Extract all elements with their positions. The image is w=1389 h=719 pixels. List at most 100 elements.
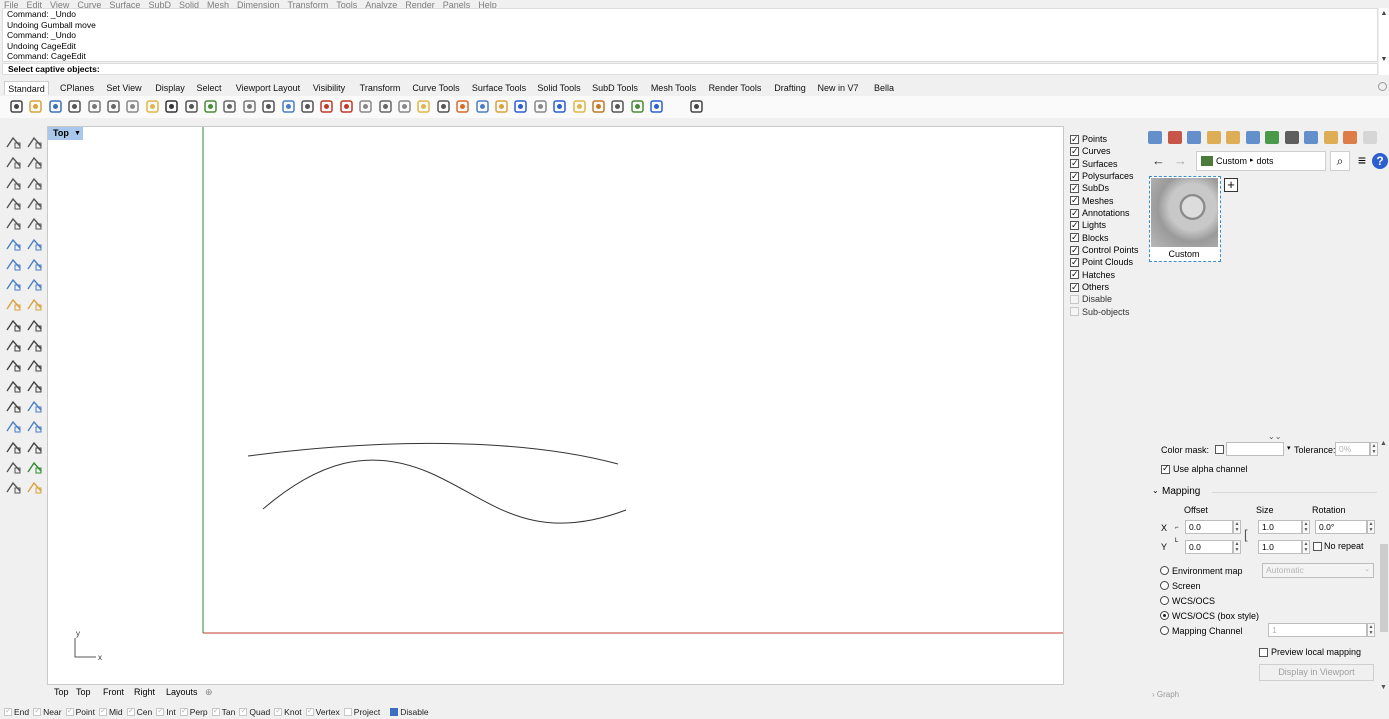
zoom-window-icon[interactable] (241, 98, 258, 115)
light-icon[interactable] (415, 98, 432, 115)
undo-view-icon[interactable] (299, 98, 316, 115)
filter-lights[interactable]: Lights (1070, 219, 1146, 231)
size-y-spinner[interactable]: ▲ ▼ (1302, 540, 1310, 554)
filter-curves[interactable]: Curves (1070, 145, 1146, 157)
breadcrumb-root[interactable]: Custom (1216, 152, 1247, 170)
menu-item-subd[interactable]: SubD (144, 1, 175, 9)
offset-y-spinner[interactable]: ▲ ▼ (1233, 540, 1241, 554)
osnap-checkbox[interactable] (239, 706, 248, 716)
polyline-icon[interactable] (4, 154, 23, 171)
trim-icon[interactable] (25, 296, 44, 313)
scroll-down-icon[interactable]: ▼ (1380, 684, 1387, 691)
osnap-disable[interactable]: Disable (390, 707, 429, 717)
tab-curve-tools[interactable]: Curve Tools (410, 81, 462, 95)
analyze-icon[interactable] (25, 418, 44, 435)
tab-set-view[interactable]: Set View (104, 81, 144, 95)
align-icon[interactable] (4, 317, 23, 334)
tab-solid-tools[interactable]: Solid Tools (534, 81, 584, 95)
osnap-end[interactable]: End (4, 706, 29, 717)
osnap-checkbox[interactable] (4, 706, 12, 716)
osnap-near[interactable]: Near (33, 706, 62, 717)
environment-icon[interactable] (629, 98, 646, 115)
explode-icon[interactable] (4, 296, 23, 313)
filter-surfaces[interactable]: Surfaces (1070, 157, 1146, 170)
osnap-checkbox[interactable] (33, 706, 42, 716)
tab-new-in-v7[interactable]: New in V7 (816, 81, 860, 95)
ortho-icon[interactable] (377, 98, 394, 115)
mesh-icon[interactable] (4, 418, 23, 435)
mapping-radio[interactable] (1160, 566, 1169, 575)
tab-visibility[interactable]: Visibility (309, 81, 349, 95)
osnap-tan[interactable]: Tan (211, 706, 235, 717)
lock-icon[interactable] (435, 98, 452, 115)
offset-y-input[interactable]: 0.0 (1185, 540, 1233, 554)
menu-item-surface[interactable]: Surface (105, 1, 144, 9)
texture-icon[interactable] (1206, 131, 1221, 144)
filter-checkbox[interactable] (1070, 145, 1079, 157)
pan-icon[interactable] (183, 98, 200, 115)
filter-sub-objects[interactable]: Sub-objects (1070, 306, 1146, 318)
filter-blocks[interactable]: Blocks (1070, 231, 1146, 244)
menu-item-analyze[interactable]: Analyze (361, 1, 401, 9)
menu-item-edit[interactable]: Edit (23, 1, 47, 9)
mapping-channel-spinner[interactable]: ▲ ▼ (1367, 623, 1375, 637)
filter-checkbox[interactable] (1070, 244, 1079, 256)
tab-viewport-layout[interactable]: Viewport Layout (232, 81, 304, 95)
tab-bella[interactable]: Bella (868, 81, 900, 95)
shaded-sphere-icon[interactable] (532, 98, 549, 115)
back-arrow-icon[interactable]: ← (1152, 153, 1165, 168)
filter-checkbox[interactable] (1070, 170, 1079, 182)
help-icon[interactable]: ? (1372, 153, 1388, 169)
layer-icon[interactable] (25, 439, 44, 456)
color-mask-checkbox[interactable] (1215, 445, 1224, 454)
filter-annotations[interactable]: Annotations (1070, 207, 1146, 219)
osnap-checkbox[interactable] (211, 706, 220, 716)
zoom-extents-icon[interactable] (260, 98, 277, 115)
filter-hatches[interactable]: Hatches (1070, 268, 1146, 281)
filter-others[interactable]: Others (1070, 281, 1146, 293)
grid-icon[interactable] (4, 439, 23, 456)
osnap-checkbox[interactable] (343, 707, 352, 716)
layer-icon[interactable] (1304, 131, 1318, 144)
filter-checkbox[interactable] (1070, 307, 1079, 317)
paste-icon[interactable] (144, 98, 161, 115)
breadcrumb[interactable]: Custom ▸ dots (1196, 151, 1326, 171)
shade-icon[interactable] (4, 479, 23, 496)
environment-icon[interactable] (1187, 131, 1201, 144)
cut-icon[interactable] (105, 98, 122, 115)
mapping-radio[interactable] (1160, 596, 1169, 605)
viewport-canvas[interactable]: y x (48, 127, 1064, 685)
tab-display[interactable]: Display (151, 81, 189, 95)
osnap-int[interactable]: Int (156, 706, 176, 717)
filter-control-points[interactable]: Control Points (1070, 244, 1146, 256)
tab-mesh-tools[interactable]: Mesh Tools (647, 81, 700, 95)
osnap-checkbox[interactable] (156, 706, 165, 716)
osnap-quad[interactable]: Quad (239, 706, 270, 717)
menu-item-file[interactable]: File (0, 1, 23, 9)
offset-x-spinner[interactable]: ▲ ▼ (1233, 520, 1241, 534)
options-icon[interactable] (590, 98, 607, 115)
osnap-mid[interactable]: Mid (98, 706, 123, 717)
osnap-checkbox[interactable] (179, 706, 188, 716)
osnap-project[interactable]: Project (343, 707, 380, 717)
viewport-tab-front[interactable]: Front (103, 686, 124, 699)
planar-icon[interactable] (396, 98, 413, 115)
rotation-spinner[interactable]: ▲ ▼ (1367, 520, 1375, 534)
import-icon[interactable] (86, 98, 103, 115)
tab-select[interactable]: Select (192, 81, 226, 95)
control-points-icon[interactable] (25, 154, 44, 171)
layer-icon[interactable] (454, 98, 471, 115)
new-icon[interactable] (8, 98, 25, 115)
rotation-input[interactable]: 0.0° (1315, 520, 1367, 534)
array-icon[interactable] (25, 317, 44, 334)
tab-standard[interactable]: Standard (4, 81, 49, 95)
gear-icon[interactable] (1362, 131, 1377, 144)
mapping-channel-input[interactable]: 1 (1268, 623, 1367, 637)
color-mask-swatch[interactable] (1226, 442, 1284, 456)
use-alpha-checkbox[interactable] (1161, 463, 1170, 474)
menu-item-panels[interactable]: Panels (439, 1, 475, 9)
tab-render-tools[interactable]: Render Tools (705, 81, 765, 95)
folder-icon[interactable] (1226, 131, 1240, 144)
tolerance-spinner[interactable]: ▲ ▼ (1370, 442, 1378, 456)
link-icon[interactable]: ⌐ (1175, 525, 1179, 531)
